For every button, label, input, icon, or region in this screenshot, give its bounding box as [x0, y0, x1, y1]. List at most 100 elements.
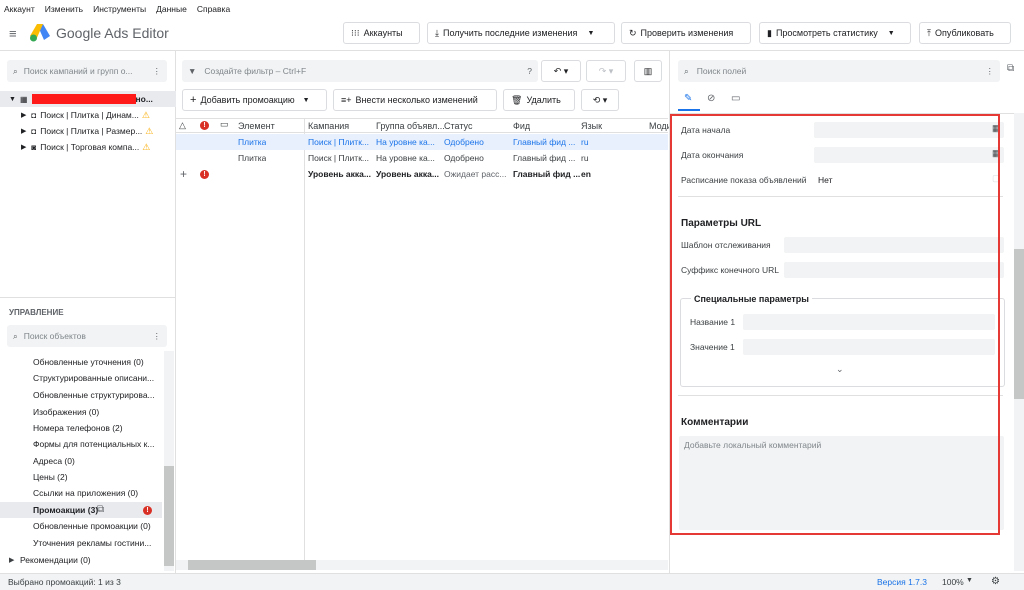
search-icon: ⌕ [13, 65, 18, 76]
cell: На уровне ка... [376, 153, 435, 163]
cell: Плитка [238, 153, 267, 163]
accounts-button[interactable]: ⁝⁝⁝ Аккаунты [343, 22, 420, 44]
column-header[interactable]: Язык [581, 121, 602, 131]
add-promotion-button[interactable]: + Добавить промоакцию ▼ [182, 89, 327, 111]
undo-icon: ↶ ▾ [553, 65, 569, 76]
account-grid-icon: ▦ [19, 94, 28, 104]
menu-data[interactable]: Данные [156, 4, 187, 14]
campaign-row[interactable]: ▶ ◘ Поиск | Плитка | Размер... ⚠ [0, 123, 176, 139]
list-item[interactable]: Номера телефонов (2) [33, 423, 123, 433]
find-replace-button[interactable]: ⟲ ▾ [581, 89, 619, 111]
list-item-promotions[interactable]: Промоакции (3) [33, 505, 98, 515]
check-changes-button[interactable]: ↻ Проверить изменения [621, 22, 751, 44]
account-row[interactable]: ▼ ▦ но... [0, 91, 176, 107]
cell: Уровень акка... [376, 169, 439, 179]
menu-tools[interactable]: Инструменты [93, 4, 146, 14]
grid-icon: ⁝⁝⁝ [351, 27, 360, 38]
open-in-new-icon[interactable]: ⧉ [97, 504, 104, 515]
list-item[interactable]: Ссылки на приложения (0) [33, 488, 138, 498]
redo-button[interactable]: ↷ ▾ [586, 60, 626, 82]
list-item[interactable]: Обновленные уточнения (0) [33, 357, 144, 367]
cell: Поиск | Плитк... [308, 153, 369, 163]
hamburger-menu-icon[interactable]: ≡ [9, 26, 17, 41]
cell: Ожидает расс... [444, 169, 507, 179]
menu-account[interactable]: Аккаунт [4, 4, 35, 14]
warning-column-icon[interactable]: △ [179, 120, 186, 131]
comment-icon[interactable]: ▭ [731, 93, 740, 104]
list-item[interactable]: Цены (2) [33, 472, 68, 482]
list-item[interactable]: Рекомендации (0) [20, 555, 91, 565]
app-title: Google Ads Editor [56, 25, 169, 41]
edit-pencil-icon[interactable]: ✎ [684, 93, 692, 104]
scrollbar-thumb[interactable] [164, 466, 174, 566]
left-panel: ⌕ Поиск кампаний и групп о... ⋮ ▼ ▦ но..… [0, 51, 176, 573]
list-item[interactable]: Адреса (0) [33, 456, 75, 466]
cell: ru [581, 153, 589, 163]
column-header[interactable]: Статус [444, 121, 472, 131]
get-changes-button[interactable]: ⤓ Получить последние изменения ▼ [427, 22, 615, 44]
campaign-row[interactable]: ▶ ◘ Поиск | Плитка | Динам... ⚠ [0, 107, 176, 123]
zoom-dropdown-icon[interactable]: ▼ [966, 577, 973, 584]
column-divider [304, 118, 305, 566]
list-item[interactable]: Структурированные описани... [33, 373, 154, 383]
bar-chart-icon: ▮ [767, 27, 772, 38]
title-bar: ≡ Google Ads Editor ⁝⁝⁝ Аккаунты ⤓ Получит… [0, 17, 1024, 51]
list-item[interactable]: Формы для потенциальных к... [33, 439, 154, 449]
horizontal-scrollbar-thumb[interactable] [188, 560, 316, 570]
cell: Уровень акка... [308, 169, 371, 179]
more-vert-icon[interactable]: ⋮ [153, 331, 162, 342]
delete-button[interactable]: 🗑 Удалить [503, 89, 575, 111]
chevron-right-icon[interactable]: ▶ [9, 556, 14, 564]
scrollbar-thumb[interactable] [1014, 249, 1024, 399]
error-column-icon[interactable]: ! [200, 121, 209, 130]
bulk-changes-button[interactable]: ≡+ Внести несколько изменений [333, 89, 497, 111]
cell: Одобрено [444, 137, 484, 147]
add-row-icon[interactable]: + [180, 167, 187, 181]
version-link[interactable]: Версия 1.7.3 [877, 577, 927, 587]
list-item[interactable]: Изображения (0) [33, 407, 99, 417]
list-item[interactable]: Обновленные структурирова... [33, 390, 155, 400]
list-edit-icon: ≡+ [341, 95, 352, 105]
column-header[interactable]: Группа объявл... [376, 121, 445, 131]
menu-help[interactable]: Справка [197, 4, 230, 14]
columns-button[interactable]: ▥ [634, 60, 662, 82]
column-header[interactable]: Кампания [308, 121, 349, 131]
view-stats-button[interactable]: ▮ Просмотреть статистику ▼ [759, 22, 911, 44]
refresh-icon: ↻ [629, 27, 637, 38]
undo-button[interactable]: ↶ ▾ [541, 60, 581, 82]
divider [0, 297, 176, 298]
more-vert-icon[interactable]: ⋮ [153, 66, 162, 77]
publish-button[interactable]: ⤒ Опубликовать [919, 22, 1011, 44]
comment-column-icon[interactable]: ▭ [220, 119, 229, 130]
cell: Главный фид ... [513, 169, 581, 179]
redo-icon: ↷ ▾ [598, 65, 614, 76]
management-title: УПРАВЛЕНИЕ [9, 308, 64, 317]
campaign-row[interactable]: ▶ ◙ Поиск | Торговая компа... ⚠ [0, 139, 176, 155]
cell: Главный фид ... [513, 153, 576, 163]
column-header[interactable]: Фид [513, 121, 530, 131]
search-icon: ⌕ [13, 330, 18, 341]
list-item[interactable]: Уточнения рекламы гостини... [33, 538, 151, 548]
column-header[interactable]: Элемент [238, 121, 275, 131]
filter-input[interactable]: ▼ Создайте фильтр – Ctrl+F ? [182, 60, 538, 82]
campaign-search-input[interactable]: ⌕ Поиск кампаний и групп о... ⋮ [7, 60, 167, 82]
zoom-level[interactable]: 100% [942, 577, 964, 587]
help-icon[interactable]: ? [527, 66, 532, 76]
fields-search-input[interactable]: ⌕ Поиск полей ⋮ [678, 60, 1000, 82]
selection-status: Выбрано промоакций: 1 из 3 [8, 577, 121, 587]
list-item[interactable]: Обновленные промоакции (0) [33, 521, 151, 531]
plus-icon: + [190, 94, 197, 106]
search-campaign-icon: ◘ [31, 110, 37, 120]
open-in-new-icon[interactable]: ⧉ [1007, 63, 1014, 74]
settings-gear-icon[interactable]: ⚙ [991, 576, 1000, 587]
menu-edit[interactable]: Изменить [45, 4, 83, 14]
objects-search-input[interactable]: ⌕ Поиск объектов ⋮ [7, 325, 167, 347]
download-icon: ⤓ [435, 27, 439, 38]
cell: en [581, 169, 591, 179]
cell: Главный фид ... [513, 137, 576, 147]
more-vert-icon[interactable]: ⋮ [986, 66, 995, 77]
link-icon[interactable]: ⊘ [707, 93, 715, 104]
cell: ru [581, 137, 589, 147]
active-tab-indicator [678, 109, 700, 111]
cell: Одобрено [444, 153, 484, 163]
